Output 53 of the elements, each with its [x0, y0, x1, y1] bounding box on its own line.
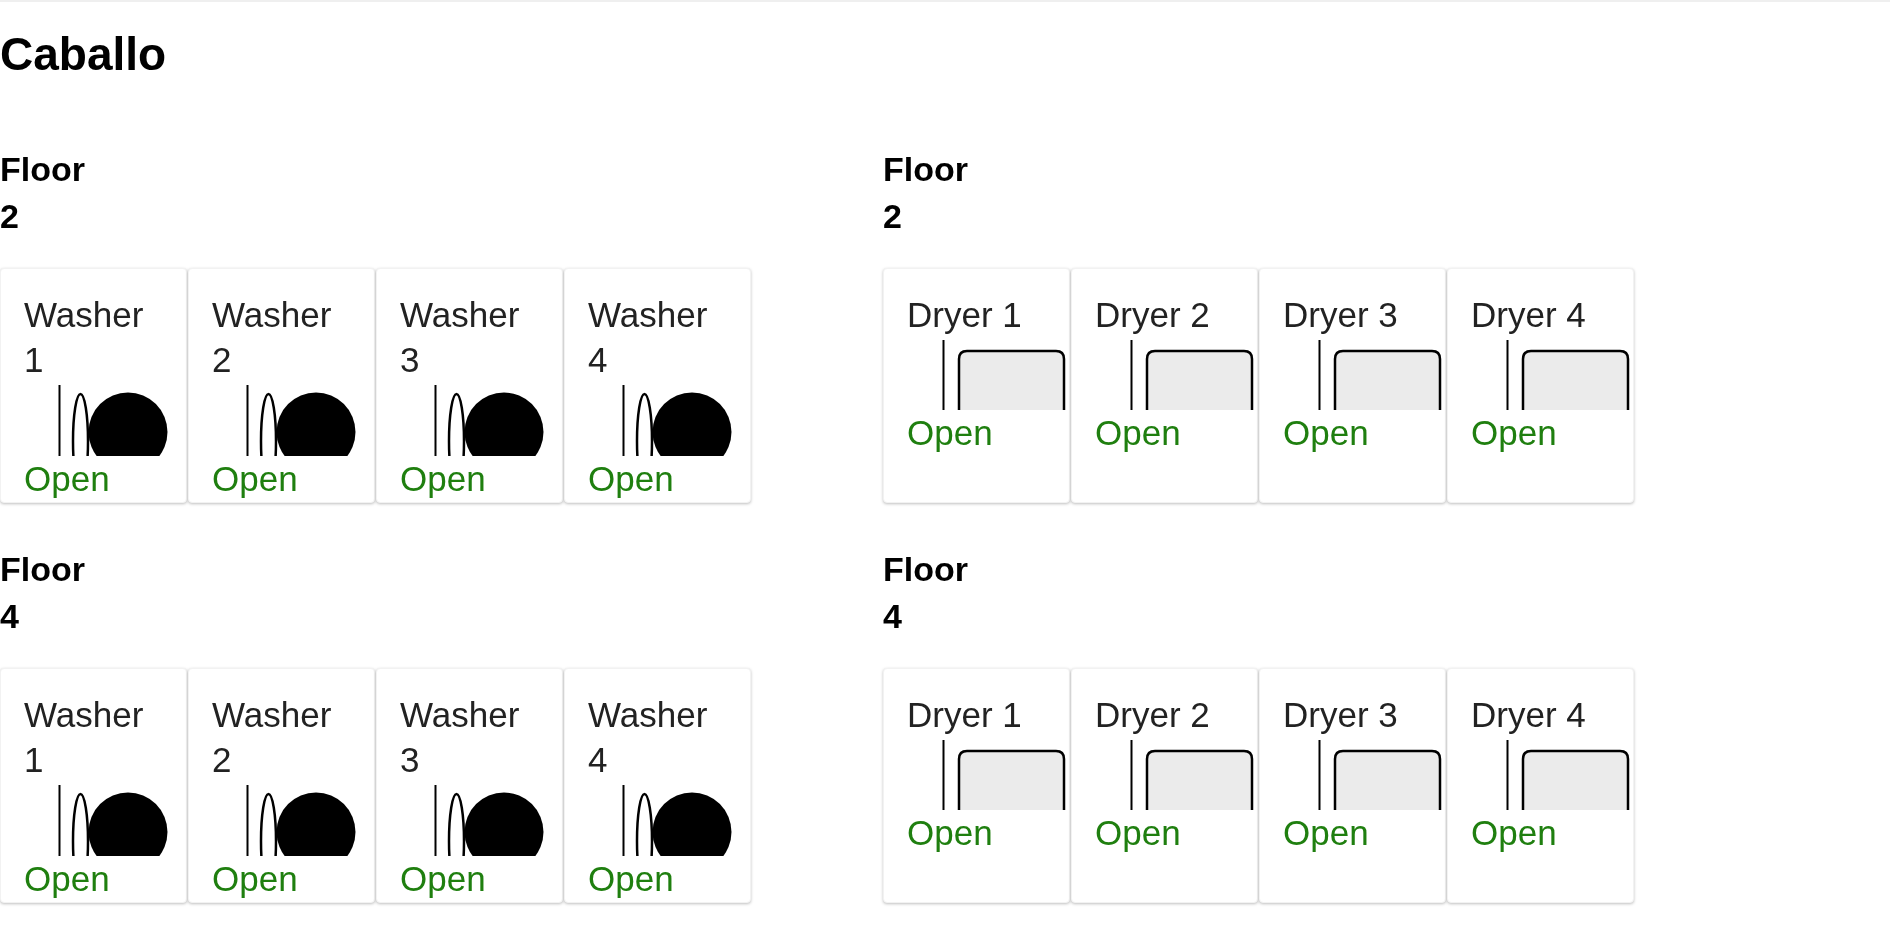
machine-name: Washer 2: [212, 294, 333, 381]
machine-name: Washer 3: [400, 694, 521, 781]
status-label: Open: [907, 812, 994, 854]
dryer-icon: [1506, 340, 1630, 410]
status-label: Open: [907, 412, 994, 454]
washer-icon: [434, 785, 544, 856]
floor-heading: Floor 2: [0, 149, 86, 237]
washer-icon: [58, 785, 168, 856]
status-label: Open: [1095, 812, 1182, 854]
washer-icon: [58, 385, 168, 456]
status-label: Open: [212, 858, 299, 900]
machine-name: Washer 3: [400, 294, 521, 381]
machine-name: Dryer 4: [1471, 294, 1587, 336]
status-label: Open: [24, 458, 111, 500]
status-label: Open: [1283, 812, 1370, 854]
machine-name: Washer 1: [24, 294, 145, 381]
machine-name: Washer 4: [588, 694, 709, 781]
status-label: Open: [1095, 412, 1182, 454]
floor-heading: Floor 4: [0, 549, 86, 637]
machine-name: Dryer 1: [907, 294, 1023, 336]
machine-name: Washer 2: [212, 694, 333, 781]
washer-icon: [246, 385, 356, 456]
dryer-icon: [942, 740, 1066, 810]
status-label: Open: [588, 458, 675, 500]
washer-icon: [434, 385, 544, 456]
dryer-icon: [1506, 740, 1630, 810]
dryer-icon: [1318, 740, 1442, 810]
status-label: Open: [588, 858, 675, 900]
status-label: Open: [1471, 412, 1558, 454]
machine-name: Dryer 2: [1095, 694, 1211, 736]
dryer-icon: [1130, 340, 1254, 410]
dryer-icon: [1318, 340, 1442, 410]
washer-icon: [622, 385, 732, 456]
washer-icon: [246, 785, 356, 856]
status-label: Open: [1283, 412, 1370, 454]
status-label: Open: [400, 858, 487, 900]
dryer-icon: [942, 340, 1066, 410]
floor-heading: Floor 2: [883, 149, 969, 237]
status-label: Open: [212, 458, 299, 500]
machine-name: Dryer 4: [1471, 694, 1587, 736]
machine-name: Washer 4: [588, 294, 709, 381]
machine-name: Dryer 1: [907, 694, 1023, 736]
machine-name: Dryer 3: [1283, 694, 1399, 736]
floor-heading: Floor 4: [883, 549, 969, 637]
status-label: Open: [24, 858, 111, 900]
dryer-icon: [1130, 740, 1254, 810]
washer-icon: [622, 785, 732, 856]
status-label: Open: [1471, 812, 1558, 854]
machine-name: Dryer 3: [1283, 294, 1399, 336]
status-label: Open: [400, 458, 487, 500]
machine-name: Dryer 2: [1095, 294, 1211, 336]
page-title: Caballo: [0, 27, 168, 82]
machine-name: Washer 1: [24, 694, 145, 781]
